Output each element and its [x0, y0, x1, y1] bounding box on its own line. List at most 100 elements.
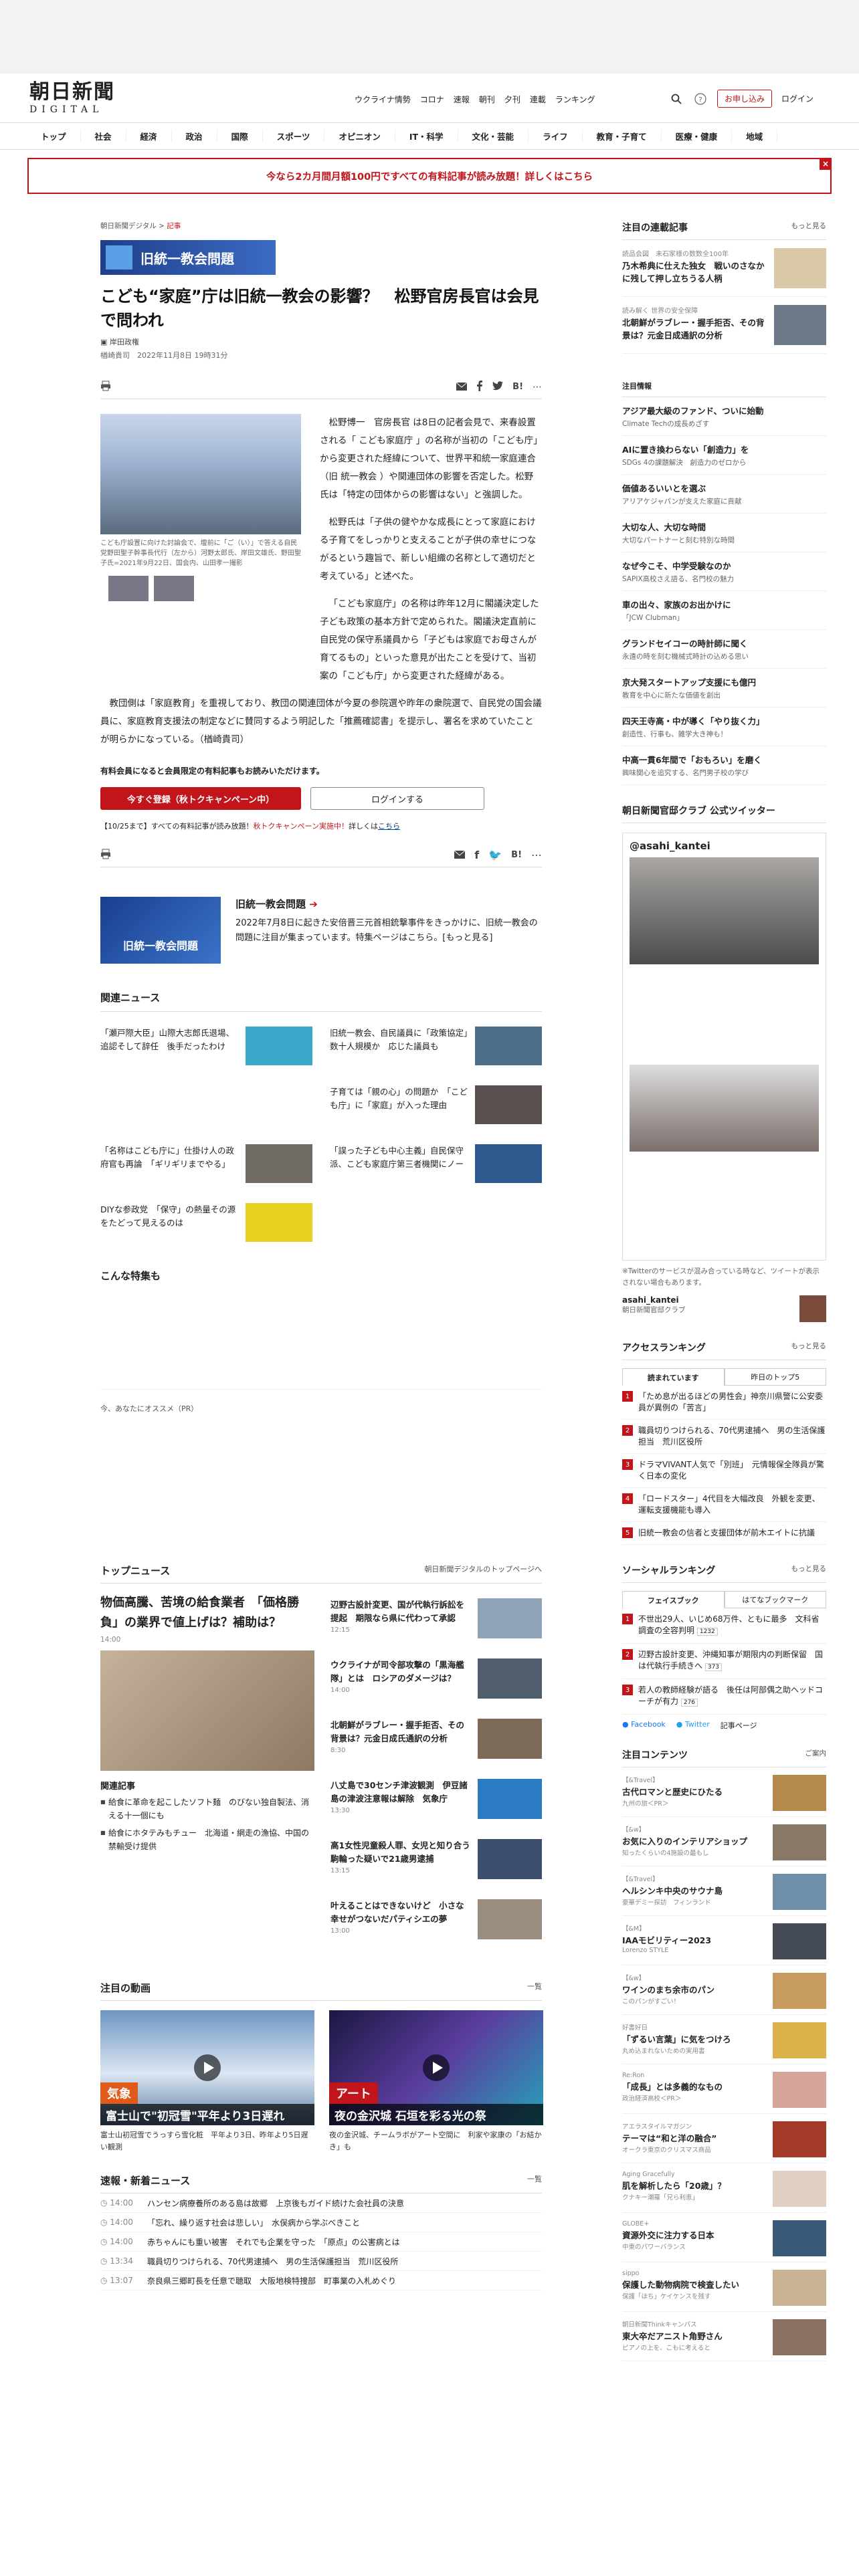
ranking-item[interactable]: 2 辺野古設計変更、沖縄知事が期限内の判断保留 国は代執行手続きへ 373	[622, 1644, 826, 1679]
tab-yesterday-top5[interactable]: 昨日のトップ5	[724, 1368, 826, 1386]
header-nav-item[interactable]: コロナ	[420, 94, 444, 105]
campaign-banner[interactable]: 今なら2カ月間月額100円ですべての有料記事が読み放題！詳しくはこちら ×	[27, 158, 832, 194]
ranking-item[interactable]: 3 若人の教師経験が語る 後任は阿部偶之助ヘッドコーチが有力 276	[622, 1679, 826, 1715]
top-news-item[interactable]: 叶えることはできないけど 小さな幸せがつないだパティシエの夢 13:00	[330, 1894, 542, 1954]
campaign-link[interactable]: 秋トクキャンペーン実施中！	[254, 822, 349, 831]
contents-guide-link[interactable]: ご案内	[805, 1748, 827, 1761]
pr-item[interactable]: 中高一貫6年間で「おもろい」を磨く 興味関心を追究する、名門男子校の学び	[622, 746, 826, 785]
header-login-link[interactable]: ログイン	[781, 93, 814, 104]
content-item[interactable]: 朝日新聞Thinkキャンパス 東大卒だアニスト角野さん ピアノの上を、こもに考えると	[622, 2312, 826, 2361]
breaking-item[interactable]: ◷ 13:34 職員切りつけられる、70代男逮捕へ 男の生活保護担当 荒川区役所	[100, 2252, 542, 2271]
feature-card[interactable]: 旧統一教会問題 旧統一教会問題 ➔ 2022年7月8日に起きた安倍晋三元首相銃撃…	[100, 897, 542, 964]
play-icon[interactable]	[194, 2054, 221, 2081]
related-item[interactable]: 「誤った子ども中心主義」自民保守派、こども家庭庁第三者機関にノー	[330, 1144, 542, 1183]
search-icon[interactable]	[669, 92, 684, 106]
series-item[interactable]: 読み解く 世界の安全保障 北朝鮮がラブレー・握手拒否、その背景は？元金日成通訳の分…	[622, 297, 826, 354]
global-nav-item[interactable]: 地域	[732, 130, 778, 142]
register-button[interactable]: 今すぐ登録（秋トクキャンペーン中）	[100, 787, 301, 810]
header-nav-item[interactable]: 夕刊	[504, 94, 520, 105]
access-ranking-more[interactable]: もっと見る	[791, 1341, 827, 1354]
content-item[interactable]: 【&w】 ワインのまち余市のパン このパンがすごい！	[622, 1965, 826, 2015]
hatena-icon[interactable]: B!	[511, 850, 522, 860]
tab-facebook[interactable]: フェイスブック	[622, 1591, 725, 1608]
header-nav-item[interactable]: 速報	[454, 94, 470, 105]
global-nav-item[interactable]: IT・科学	[395, 130, 458, 142]
photo-thumbnail[interactable]	[154, 576, 194, 601]
breadcrumb-home[interactable]: 朝日新聞デジタル	[100, 222, 157, 230]
top-news-item[interactable]: 高1女性児童殺人罪、女児と知り合う 駒輪った疑いで21歳男逮捕 13:15	[330, 1834, 542, 1894]
mail-icon[interactable]	[454, 849, 466, 861]
breaking-item[interactable]: ◷ 14:00 ハンセン病療養所のある島は故郷 上京後もガイド続けた会社員の決意	[100, 2193, 542, 2213]
video-card[interactable]: アート 夜の金沢城 石垣を彩る光の祭 夜の金沢城、チームラボがアート空間に 利家…	[329, 2010, 543, 2153]
facebook-icon[interactable]: f	[474, 849, 479, 861]
breaking-list-link[interactable]: 一覧	[527, 2173, 542, 2187]
content-item[interactable]: 好書好日 「ずるい言葉」に気をつけろ 丸め込まれないための実用書	[622, 2015, 826, 2064]
twitter-link[interactable]: ● Twitter	[676, 1720, 710, 1731]
article-photo[interactable]	[100, 414, 301, 534]
breaking-item[interactable]: ◷ 14:00 「忘れ、繰り返す社会は悲しい」 水俣病から学ぶべきこと	[100, 2213, 542, 2232]
video-list-link[interactable]: 一覧	[527, 1981, 542, 1995]
top-news-item[interactable]: 北朝鮮がラブレー・握手拒否、その背景は？元金日成氏通訳の分析 8:30	[330, 1713, 542, 1774]
global-nav-item[interactable]: 政治	[172, 130, 217, 142]
twitter-icon[interactable]	[492, 381, 504, 393]
breaking-item[interactable]: ◷ 13:07 奈良県三郷町長を任意で聴取 大阪地検特捜部 町事業の入札めぐり	[100, 2271, 542, 2290]
print-icon[interactable]	[100, 849, 111, 862]
global-nav-item[interactable]: ライフ	[529, 130, 583, 142]
print-icon[interactable]	[100, 381, 111, 394]
header-nav-item[interactable]: ウクライナ情勢	[355, 94, 411, 105]
pr-item[interactable]: グランドセイコーの時計師に聞く 永遠の時を刻む機械式時計の込める思い	[622, 630, 826, 669]
pr-item[interactable]: AIに置き換わらない「創造力」を SDGs 4の課題解決 創造力のゼロから	[622, 436, 826, 475]
twitter-profile[interactable]: asahi_kantei 朝日新聞官邸クラブ	[622, 1295, 826, 1322]
related-item[interactable]: 旧統一教会、自民議員に「政策協定」 数十人規模か 応じた議員も	[330, 1027, 542, 1065]
site-logo[interactable]: 朝日新聞 DIGITAL	[29, 82, 116, 116]
related-item[interactable]: DIYな参政党 「保守」の熱量その源をたどって見えるのは	[100, 1203, 312, 1242]
more-icon[interactable]: ⋯	[533, 382, 542, 393]
help-icon[interactable]: ?	[693, 92, 708, 106]
ranking-item[interactable]: 2 職員切りつけられる、70代男逮捕へ 男の生活保護担当 荒川区役所	[622, 1420, 826, 1454]
lead-related-item[interactable]: 給食に革命を起こしたソフト麺 のびない独自製法、消える十一個にも	[100, 1796, 314, 1822]
global-nav-item[interactable]: オピニオン	[324, 130, 395, 142]
content-item[interactable]: GLOBE+ 資源外交に注力する日本 中東のパワーバランス	[622, 2213, 826, 2262]
photo-thumbnail[interactable]	[108, 576, 149, 601]
ranking-item[interactable]: 1 不世出29人、いじめ68万件、ともに最多 文科省調査の全容判明 1232	[622, 1608, 826, 1644]
global-nav-item[interactable]: 経済	[126, 130, 172, 142]
top-page-link[interactable]: 朝日新聞デジタルのトップページへ	[424, 1564, 542, 1578]
header-nav-item[interactable]: 連載	[530, 94, 546, 105]
global-nav-item[interactable]: 教育・子育て	[583, 130, 662, 142]
content-item[interactable]: Aging Gracefully 肌を解析したら「20歳」？ クナキー潮羅「兄ら利恵…	[622, 2163, 826, 2213]
pr-item[interactable]: アジア最大級のファンド、ついに始動 Climate Techの成長めざす	[622, 397, 826, 436]
header-nav-item[interactable]: ランキング	[555, 94, 595, 105]
content-item[interactable]: 【&M】 IAAモビリティー2023 Lorenzo STYLE	[622, 1916, 826, 1965]
close-icon[interactable]: ×	[820, 158, 832, 170]
subscribe-button[interactable]: お申し込み	[717, 90, 773, 108]
pr-item[interactable]: 車の出々、家族のお出かけに 「JCW Clubman」	[622, 591, 826, 630]
pr-item[interactable]: 大切な人、大切な時間 大切なパートナーと刻む特別な時間	[622, 514, 826, 552]
series-link[interactable]: 岸田政権	[110, 338, 139, 346]
pr-item[interactable]: 四天王寺高・中が導く「やり抜く力」 創造性、行事も、雑学大き神も！	[622, 708, 826, 746]
content-item[interactable]: アエラスタイルマガジン テーマは“和と洋の融合” オークラ東京のクリスマス商品	[622, 2114, 826, 2163]
lead-related-item[interactable]: 給食にホタテみもチュー 北海道・網走の漁協、中国の禁輸受け提供	[100, 1826, 314, 1853]
ranking-item[interactable]: 5 旧統一教会の信者と支援団体が前木エイトに抗議	[622, 1522, 826, 1545]
campaign-here-link[interactable]: こちら	[378, 822, 400, 831]
play-icon[interactable]	[423, 2054, 450, 2081]
related-item[interactable]: 「瀬戸際大臣」山際大志郎氏退場、追認そして辞任 後手だったわけ	[100, 1027, 312, 1065]
related-item[interactable]: 子育ては「親の心」の問題か 「こども庁」に「家庭」が入った理由	[330, 1085, 542, 1124]
hatena-icon[interactable]: B!	[512, 382, 523, 392]
topic-tag-banner[interactable]: 旧統一教会問題	[100, 240, 276, 275]
login-button[interactable]: ログインする	[310, 787, 484, 810]
pr-item[interactable]: 京大発スタートアップ支援にも億円 教育を中心に新たな価値を創出	[622, 669, 826, 708]
content-item[interactable]: 【&Travel】 古代ロマンと歴史にひたる 九州の旅＜PR＞	[622, 1767, 826, 1817]
content-item[interactable]: 【&w】 お気に入りのインテリアショップ 知ったくらいの4施設の最もし	[622, 1817, 826, 1866]
content-item[interactable]: 【&Travel】 ヘルシンキ中央のサウナ島 豪華デミー探訪 フィンランド	[622, 1866, 826, 1916]
facebook-icon[interactable]	[476, 380, 483, 394]
social-ranking-more[interactable]: もっと見る	[791, 1564, 827, 1577]
global-nav-item[interactable]: トップ	[27, 130, 81, 142]
twitter-icon[interactable]: 🐦	[488, 849, 502, 861]
more-icon[interactable]: ⋯	[531, 849, 542, 861]
content-item[interactable]: sippo 保護した動物病院で検査したい 保護「ほち」ケイケンスを残す	[622, 2262, 826, 2312]
series-item[interactable]: 読品会図 未石家様の数数全100年 乃木希典に仕えた独女 戦いのさなかに残して押し…	[622, 240, 826, 297]
global-nav-item[interactable]: 社会	[81, 130, 126, 142]
twitter-embed[interactable]: @asahi_kantei	[622, 833, 826, 1261]
related-item[interactable]: 「名称はこども庁に」仕掛け人の政府官も再論 「ギリギリまでやる」	[100, 1144, 312, 1183]
global-nav-item[interactable]: スポーツ	[263, 130, 325, 142]
